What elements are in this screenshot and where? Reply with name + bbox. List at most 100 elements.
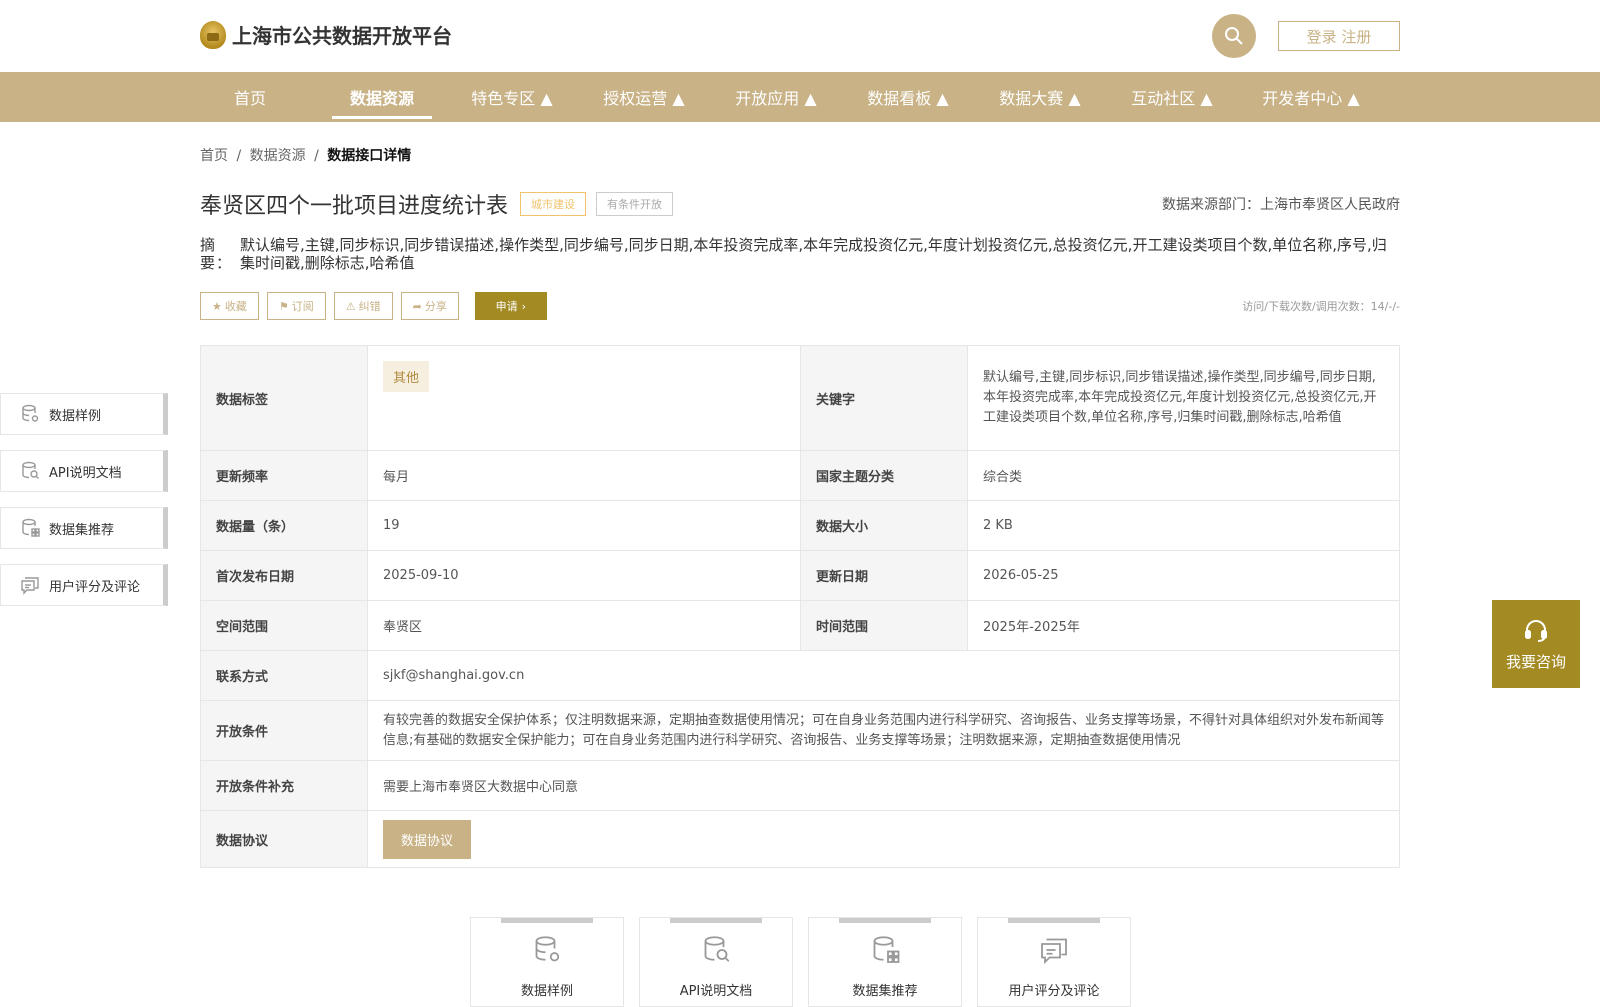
breadcrumb-separator: / <box>314 148 319 164</box>
subscribe-label: 订阅 <box>291 300 314 313</box>
action-bar: ★ 收藏 ⚑ 订阅 ⚠ 纠错 ➦ 分享 申请 › <box>200 292 547 320</box>
side-nav-label: 用户评分及评论 <box>49 579 141 595</box>
table-label: 更新频率 <box>200 450 368 501</box>
card-api-doc[interactable]: API说明文档 <box>639 917 793 1007</box>
side-nav-api-doc[interactable]: API说明文档 <box>0 450 168 492</box>
dataset-title-row: 奉贤区四个一批项目进度统计表 城市建设 有条件开放 <box>200 188 674 220</box>
apply-label: 申请 <box>495 300 518 313</box>
table-row: 开放条件 有较完善的数据安全保护体系；仅注明数据来源，定期抽查数据使用情况；可在… <box>200 700 1400 761</box>
side-nav-sample-data[interactable]: 数据样例 <box>0 393 168 435</box>
document-search-icon <box>19 460 41 482</box>
table-label: 更新日期 <box>800 550 968 601</box>
card-recommend[interactable]: 数据集推荐 <box>808 917 962 1007</box>
favorite-label: 收藏 <box>224 300 247 313</box>
table-label: 时间范围 <box>800 600 968 651</box>
comment-icon <box>1039 934 1069 970</box>
nav-item-dashboard[interactable]: 数据看板 ▲ <box>858 72 958 122</box>
side-nav-label: API说明文档 <box>49 465 122 481</box>
nav-item-competition[interactable]: 数据大赛 ▲ <box>990 72 1090 122</box>
summary-text: 默认编号,主键,同步标识,同步错误描述,操作类型,同步编号,同步日期,本年投资完… <box>240 236 1387 272</box>
table-row: 数据协议 数据协议 <box>200 810 1400 868</box>
table-value: 每月 <box>367 450 801 501</box>
report-error-button[interactable]: ⚠ 纠错 <box>333 292 393 320</box>
breadcrumb-home[interactable]: 首页 <box>200 148 228 164</box>
nav-item-developer[interactable]: 开发者中心 ▲ <box>1256 72 1366 122</box>
search-icon <box>1225 27 1243 45</box>
table-value: 2025-09-10 <box>367 550 801 601</box>
side-nav-comments[interactable]: 用户评分及评论 <box>0 564 168 606</box>
dataset-info-table: 数据标签 其他 关键字 默认编号,主键,同步标识,同步错误描述,操作类型,同步编… <box>200 345 1400 868</box>
dataset-title: 奉贤区四个一批项目进度统计表 <box>200 194 509 219</box>
star-icon: ★ <box>212 299 222 313</box>
open-type-tag: 有条件开放 <box>596 192 674 216</box>
table-row: 数据标签 其他 关键字 默认编号,主键,同步标识,同步错误描述,操作类型,同步编… <box>200 345 1400 451</box>
table-row: 联系方式 sjkf@shanghai.gov.cn <box>200 650 1400 701</box>
category-tag: 城市建设 <box>520 192 587 216</box>
table-label: 开放条件 <box>200 700 368 761</box>
apply-button[interactable]: 申请 › <box>474 292 547 320</box>
nav-item-community[interactable]: 互动社区 ▲ <box>1122 72 1222 122</box>
side-nav-recommend[interactable]: 数据集推荐 <box>0 507 168 549</box>
nav-item-data-resources[interactable]: 数据资源 <box>332 72 432 122</box>
source-department: 数据来源部门：上海市奉贤区人民政府 <box>1162 197 1400 213</box>
breadcrumb-current: 数据接口详情 <box>327 148 412 164</box>
database-grid-icon <box>19 517 41 539</box>
flag-icon: ⚑ <box>278 299 289 313</box>
table-label: 数据标签 <box>200 345 368 451</box>
bottom-card-nav: 数据样例 API说明文档 数据集推荐 用户评分及评论 <box>470 917 1146 1007</box>
chevron-right-icon: › <box>521 299 527 313</box>
table-value: 2025年-2025年 <box>967 600 1400 651</box>
headset-icon <box>1525 619 1547 642</box>
data-protocol-button[interactable]: 数据协议 <box>383 819 472 859</box>
share-button[interactable]: ➦ 分享 <box>400 292 459 320</box>
side-nav-label: 数据样例 <box>49 408 102 424</box>
share-label: 分享 <box>424 300 447 313</box>
table-label: 数据量（条） <box>200 500 368 551</box>
table-row: 开放条件补充 需要上海市奉贤区大数据中心同意 <box>200 760 1400 811</box>
document-search-icon <box>701 934 731 970</box>
table-value: 有较完善的数据安全保护体系；仅注明数据来源，定期抽查数据使用情况；可在自身业务范… <box>367 700 1400 761</box>
login-register-button[interactable]: 登录 注册 <box>1278 21 1400 51</box>
card-label: 数据集推荐 <box>852 984 918 999</box>
breadcrumb-separator: / <box>236 148 242 164</box>
report-label: 纠错 <box>358 300 381 313</box>
table-label: 国家主题分类 <box>800 450 968 501</box>
table-label: 数据协议 <box>200 810 368 868</box>
table-value: 奉贤区 <box>367 600 801 651</box>
table-value: 2 KB <box>967 500 1400 551</box>
card-label: 数据样例 <box>520 984 573 999</box>
favorite-button[interactable]: ★ 收藏 <box>200 292 259 320</box>
comment-icon <box>19 574 41 596</box>
card-sample-data[interactable]: 数据样例 <box>470 917 624 1007</box>
database-gear-icon <box>532 934 562 970</box>
side-nav-label: 数据集推荐 <box>49 522 115 538</box>
card-label: API说明文档 <box>679 984 753 999</box>
consult-button[interactable]: 我要咨询 <box>1492 600 1580 688</box>
breadcrumb-section[interactable]: 数据资源 <box>250 148 306 164</box>
table-label: 首次发布日期 <box>200 550 368 601</box>
site-logo[interactable]: 上海市公共数据开放平台 <box>200 20 452 49</box>
contact-email[interactable]: sjkf@shanghai.gov.cn <box>367 650 1400 701</box>
table-value: 其他 <box>367 345 801 451</box>
summary-label: 摘 要： <box>200 236 233 272</box>
subscribe-button[interactable]: ⚑ 订阅 <box>266 292 326 320</box>
nav-item-featured[interactable]: 特色专区 ▲ <box>462 72 562 122</box>
table-label: 关键字 <box>800 345 968 451</box>
data-tag-chip[interactable]: 其他 <box>383 361 430 392</box>
nav-item-home[interactable]: 首页 <box>200 72 300 122</box>
logo-emblem-icon <box>200 20 226 49</box>
database-gear-icon <box>19 403 41 425</box>
table-value: 综合类 <box>967 450 1400 501</box>
main-nav: 首页 数据资源 特色专区 ▲ 授权运营 ▲ 开放应用 ▲ 数据看板 ▲ 数据大赛… <box>0 72 1600 122</box>
nav-item-authorized-ops[interactable]: 授权运营 ▲ <box>594 72 694 122</box>
consult-label: 我要咨询 <box>1505 652 1566 671</box>
card-comments[interactable]: 用户评分及评论 <box>977 917 1131 1007</box>
table-label: 空间范围 <box>200 600 368 651</box>
table-label: 联系方式 <box>200 650 368 701</box>
nav-item-open-apps[interactable]: 开放应用 ▲ <box>726 72 826 122</box>
table-value: 默认编号,主键,同步标识,同步错误描述,操作类型,同步编号,同步日期,本年投资完… <box>967 345 1400 451</box>
card-label: 用户评分及评论 <box>1008 984 1100 999</box>
table-value: 19 <box>367 500 801 551</box>
search-button[interactable] <box>1212 14 1256 58</box>
visit-count: 访问/下载次数/调用次数：14/-/- <box>1242 300 1400 313</box>
